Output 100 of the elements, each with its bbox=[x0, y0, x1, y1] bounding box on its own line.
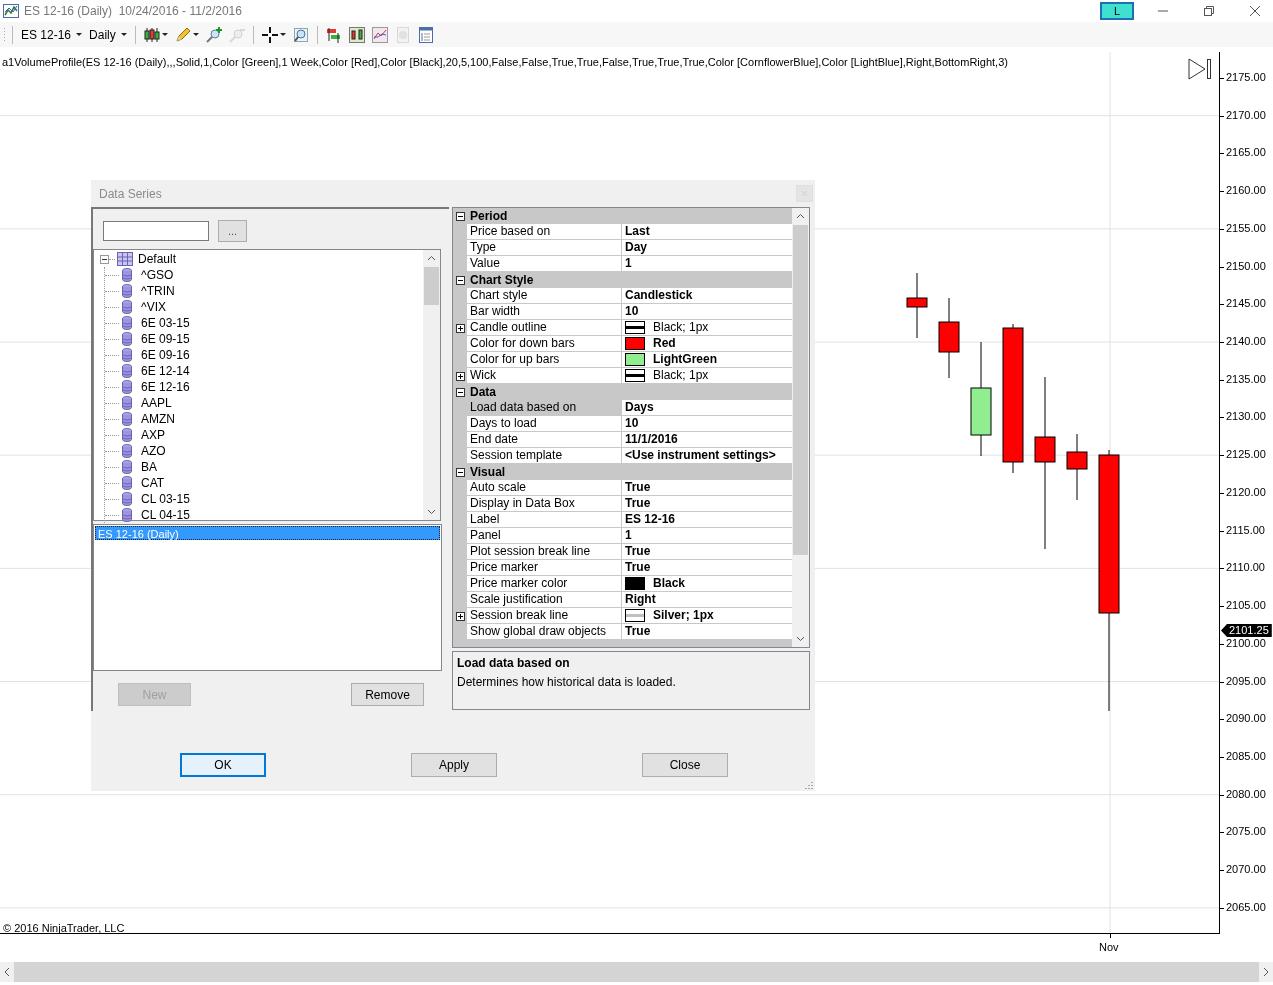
axis-label: 2150.00 bbox=[1226, 259, 1266, 273]
dialog-button[interactable]: Apply bbox=[411, 753, 497, 777]
tool-dropdown[interactable] bbox=[259, 24, 288, 45]
chart-icon bbox=[3, 4, 19, 18]
property-label[interactable]: Chart style bbox=[467, 288, 622, 304]
property-label[interactable]: Color for down bars bbox=[467, 336, 622, 352]
property-label[interactable]: Scale justification bbox=[467, 592, 622, 608]
tree-item[interactable]: ^GSO bbox=[141, 266, 174, 284]
scrollbar-thumb[interactable] bbox=[424, 267, 439, 305]
tree-item[interactable]: ^VIX bbox=[141, 298, 166, 316]
description-text: Determines how historical data is loaded. bbox=[457, 674, 677, 691]
expand-icon[interactable] bbox=[455, 371, 465, 381]
property-label[interactable]: Show global draw objects bbox=[467, 624, 622, 640]
tree-item[interactable]: AAPL bbox=[141, 394, 172, 412]
axis-label: 2115.00 bbox=[1226, 523, 1265, 537]
property-label[interactable]: Color for up bars bbox=[467, 352, 622, 368]
search-field[interactable] bbox=[103, 221, 209, 241]
collapse-icon[interactable] bbox=[456, 467, 465, 477]
toolbar-button[interactable] bbox=[369, 24, 390, 45]
property-label[interactable]: Bar width bbox=[467, 304, 622, 320]
tree-item[interactable]: CL 04-15 bbox=[141, 506, 190, 524]
database-icon bbox=[121, 364, 133, 378]
property-label[interactable]: Type bbox=[467, 240, 622, 256]
scroll-right-icon[interactable] bbox=[1259, 962, 1273, 982]
property-label[interactable]: Plot session break line bbox=[467, 544, 622, 560]
axis-label: 2175.00 bbox=[1226, 71, 1266, 84]
dialog-button[interactable]: Remove bbox=[351, 683, 424, 706]
tree-item[interactable]: AZO bbox=[141, 442, 166, 460]
property-value: Days bbox=[625, 400, 654, 415]
property-value: 10 bbox=[625, 304, 639, 319]
database-icon bbox=[121, 492, 133, 506]
category-label: Visual bbox=[470, 464, 506, 481]
property-label[interactable]: Panel bbox=[467, 528, 622, 544]
property-label[interactable]: Price based on bbox=[467, 224, 622, 240]
expand-icon[interactable] bbox=[455, 323, 465, 333]
collapse-icon[interactable] bbox=[456, 275, 465, 285]
axis-label: 2100.00 bbox=[1226, 636, 1266, 650]
property-value: Day bbox=[625, 240, 647, 255]
property-label[interactable]: Session break line bbox=[467, 608, 622, 624]
skip-to-end-icon[interactable] bbox=[1188, 58, 1212, 80]
tree-item[interactable]: CAT bbox=[141, 474, 165, 492]
collapse-icon[interactable] bbox=[456, 387, 465, 397]
property-label[interactable]: Value bbox=[467, 256, 622, 272]
database-group-icon bbox=[117, 252, 133, 266]
tree-item[interactable]: 6E 03-15 bbox=[141, 314, 190, 332]
collapse-icon[interactable] bbox=[100, 254, 109, 264]
properties-icon bbox=[417, 26, 434, 43]
scrollbar[interactable] bbox=[0, 962, 1273, 982]
tree-item[interactable]: BA bbox=[141, 458, 157, 476]
property-value: Silver; 1px bbox=[653, 608, 714, 623]
toolbar-button[interactable] bbox=[346, 24, 367, 45]
database-icon bbox=[121, 332, 133, 346]
search-icon bbox=[292, 26, 309, 43]
axis-label: 2110.00 bbox=[1226, 561, 1265, 575]
property-label[interactable]: Days to load bbox=[467, 416, 622, 432]
resize-grip-icon[interactable] bbox=[804, 780, 813, 789]
restore-icon[interactable] bbox=[1203, 5, 1215, 17]
property-label[interactable]: End date bbox=[467, 432, 622, 448]
scrollbar[interactable] bbox=[792, 208, 809, 647]
tree-item[interactable]: 6E 12-14 bbox=[141, 362, 190, 380]
tree-item[interactable]: 6E 09-15 bbox=[141, 330, 190, 348]
database-icon bbox=[121, 428, 133, 442]
tree-item[interactable]: ^TRIN bbox=[141, 282, 175, 300]
property-label[interactable]: Label bbox=[467, 512, 622, 528]
property-label[interactable]: Wick bbox=[467, 368, 622, 384]
property-label[interactable]: Candle outline bbox=[467, 320, 622, 336]
property-value: True bbox=[625, 480, 651, 495]
instrument-dropdown[interactable]: ES 12-16 bbox=[19, 24, 85, 45]
scroll-left-icon[interactable] bbox=[0, 962, 14, 982]
tree-item[interactable]: AMZN bbox=[141, 410, 175, 428]
property-label[interactable]: Price marker color bbox=[467, 576, 622, 592]
property-label[interactable]: Display in Data Box bbox=[467, 496, 622, 512]
close-icon[interactable] bbox=[1249, 5, 1261, 17]
database-icon bbox=[121, 396, 133, 410]
interval-dropdown[interactable]: Daily bbox=[87, 24, 129, 45]
property-value: Black bbox=[653, 576, 686, 591]
window-title: ES 12-16 (Daily) 10/24/2016 - 11/2/2016 bbox=[24, 3, 242, 20]
tree-item[interactable]: AXP bbox=[141, 426, 165, 444]
tree-item[interactable]: 6E 09-16 bbox=[141, 346, 190, 364]
tree-item[interactable]: 6E 12-16 bbox=[141, 378, 190, 396]
indicator-icon bbox=[348, 26, 365, 43]
collapse-icon[interactable] bbox=[456, 211, 465, 221]
property-label[interactable]: Price marker bbox=[467, 560, 622, 576]
property-value: <Use instrument settings> bbox=[625, 448, 776, 463]
property-value: 1 bbox=[625, 528, 632, 543]
property-label[interactable]: Session template bbox=[467, 448, 622, 464]
expand-icon[interactable] bbox=[455, 611, 465, 621]
dialog-button[interactable]: OK bbox=[180, 753, 266, 777]
scrollbar-thumb[interactable] bbox=[793, 225, 808, 555]
scrollbar[interactable] bbox=[423, 250, 440, 520]
axis-label: 2090.00 bbox=[1226, 712, 1266, 726]
tree-item[interactable]: CL 03-15 bbox=[141, 490, 190, 508]
tree-item[interactable]: Default bbox=[138, 250, 177, 268]
database-icon bbox=[121, 300, 133, 314]
axis-label: 2170.00 bbox=[1226, 108, 1266, 122]
dialog-button[interactable]: Close bbox=[642, 753, 728, 777]
link-button[interactable]: L bbox=[1100, 2, 1134, 20]
caret-icon bbox=[279, 33, 286, 36]
browse-button[interactable]: ... bbox=[218, 220, 247, 242]
property-label[interactable]: Auto scale bbox=[467, 480, 622, 496]
